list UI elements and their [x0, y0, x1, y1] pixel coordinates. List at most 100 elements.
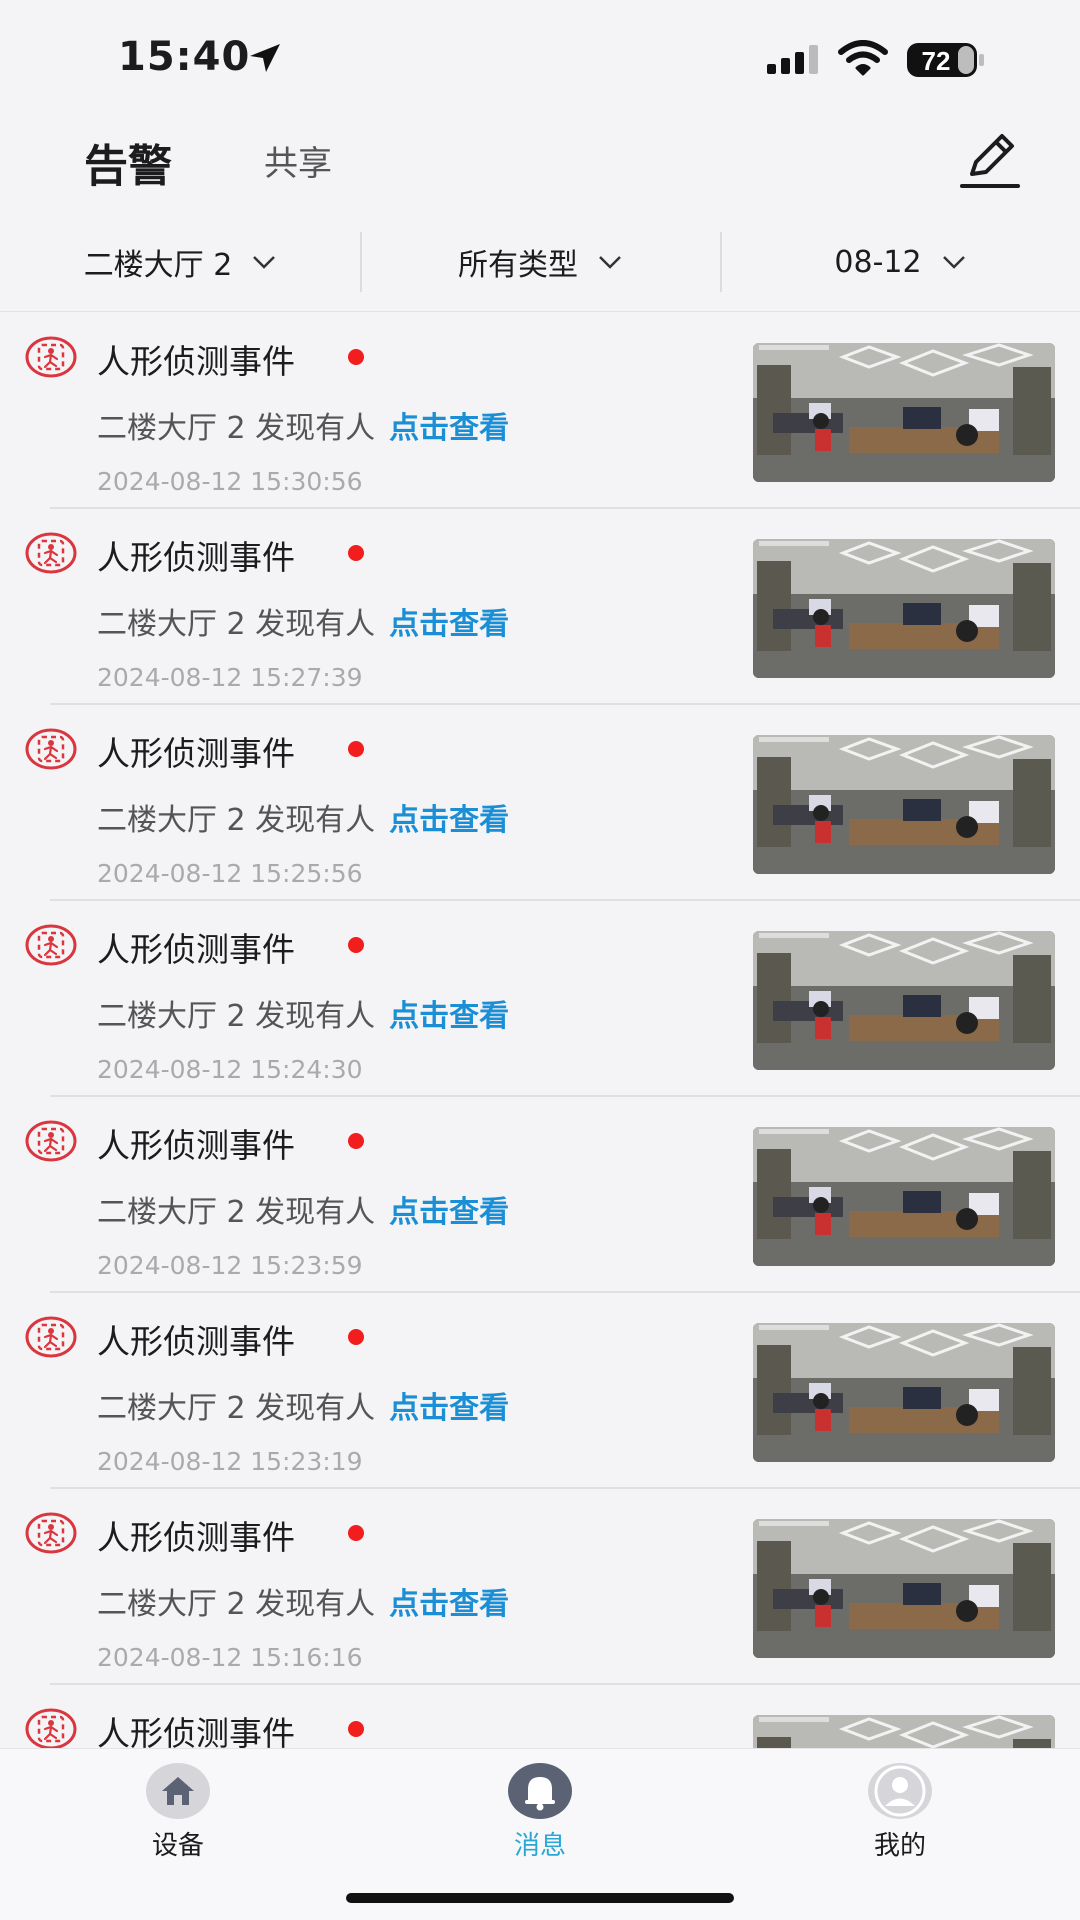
event-time: 2024-08-12 15:27:39 — [97, 663, 363, 692]
event-title: 人形侦测事件 — [97, 1126, 295, 1165]
status-bar: 15:40 72 — [0, 0, 1080, 110]
event-title: 人形侦测事件 — [97, 538, 295, 577]
event-desc-text: 二楼大厅 2 发现有人 — [97, 1195, 376, 1230]
event-snapshot-thumbnail[interactable] — [753, 1519, 1055, 1658]
event-snapshot-thumbnail[interactable] — [753, 1715, 1055, 1748]
battery-level: 72 — [922, 46, 951, 76]
type-filter-label: 所有类型 — [458, 248, 578, 283]
tab-devices[interactable]: 设备 — [108, 1763, 248, 1862]
pencil-icon[interactable] — [958, 128, 1022, 192]
unread-dot — [348, 1329, 364, 1345]
tab-alerts[interactable]: 告警 — [84, 130, 172, 194]
event-row[interactable]: 人形侦测事件二楼大厅 2 发现有人 点击查看 2024-08-12 15:23:59 — [0, 1097, 1080, 1293]
home-indicator — [346, 1893, 734, 1903]
event-row[interactable]: 人形侦测事件二楼大厅 2 发现有人 点击查看 2024-08-12 15:30:56 — [0, 313, 1080, 509]
location-arrow-icon — [250, 44, 280, 72]
header: 告警 共享 — [0, 110, 1080, 210]
event-desc-text: 二楼大厅 2 发现有人 — [97, 803, 376, 838]
chevron-down-icon — [599, 256, 621, 269]
human-detect-icon — [24, 1315, 78, 1359]
date-filter-dropdown[interactable]: 08-12 — [720, 228, 1080, 296]
device-filter-dropdown[interactable]: 二楼大厅 2 — [0, 228, 360, 296]
view-link[interactable]: 点击查看 — [389, 607, 509, 642]
unread-dot — [348, 545, 364, 561]
human-detect-icon — [24, 1707, 78, 1748]
unread-dot — [348, 937, 364, 953]
tab-mine-label: 我的 — [873, 1831, 926, 1861]
view-link[interactable]: 点击查看 — [389, 1587, 509, 1622]
view-link[interactable]: 点击查看 — [389, 1195, 509, 1230]
bell-icon — [508, 1763, 572, 1819]
chevron-down-icon — [253, 256, 276, 269]
event-title: 人形侦测事件 — [97, 342, 295, 381]
event-time: 2024-08-12 15:23:19 — [97, 1447, 363, 1476]
type-filter-dropdown[interactable]: 所有类型 — [360, 228, 720, 296]
event-snapshot-thumbnail[interactable] — [753, 343, 1055, 482]
event-list[interactable]: 人形侦测事件 二楼大厅 2 发现有人 点击查看 2024-08-12 15:30:56… — [0, 313, 1080, 1748]
unread-dot — [348, 741, 364, 757]
unread-dot — [348, 1133, 364, 1149]
view-link[interactable]: 点击查看 — [389, 1391, 509, 1426]
event-description: 二楼大厅 2 发现有人 点击查看 — [97, 1579, 509, 1623]
event-snapshot-thumbnail[interactable] — [753, 1323, 1055, 1462]
event-row[interactable]: 人形侦测事件二楼大厅 2 发现有人 点击查看 2024-08-12 15:27:39 — [0, 509, 1080, 705]
event-title: 人形侦测事件 — [97, 1322, 295, 1361]
status-time: 15:40 — [118, 34, 251, 80]
event-row[interactable]: 人形侦测事件二楼大厅 2 发现有人 点击查看 2024-08-12 15:23:19 — [0, 1293, 1080, 1489]
user-icon — [868, 1763, 932, 1819]
event-title: 人形侦测事件 — [97, 1518, 295, 1557]
human-detect-icon — [24, 923, 78, 967]
event-desc-text: 二楼大厅 2 发现有人 — [97, 1391, 376, 1426]
cellular-signal-icon — [767, 45, 818, 74]
tab-share[interactable]: 共享 — [264, 136, 332, 185]
battery-icon: 72 — [907, 43, 984, 77]
unread-dot — [348, 1721, 364, 1737]
event-title: 人形侦测事件 — [97, 734, 295, 773]
date-filter-label: 08-12 — [834, 244, 922, 280]
event-row[interactable]: 人形侦测事件二楼大厅 2 发现有人 点击查看 2024-08-12 15:24:30 — [0, 901, 1080, 1097]
event-description: 二楼大厅 2 发现有人 点击查看 — [97, 1383, 509, 1427]
chevron-down-icon — [942, 256, 965, 269]
event-row[interactable]: 人形侦测事件二楼大厅 2 发现有人 点击查看 2024-08-12 15:16:16 — [0, 1489, 1080, 1685]
event-row[interactable]: 人形侦测事件二楼大厅 2 发现有人 点击查看 2024-08-12 15:25:56 — [0, 705, 1080, 901]
filter-bar: 二楼大厅 2 所有类型 08-12 — [0, 228, 1080, 312]
unread-dot — [348, 1525, 364, 1541]
view-link[interactable]: 点击查看 — [389, 411, 509, 446]
event-title: 人形侦测事件 — [97, 930, 295, 969]
event-desc-text: 二楼大厅 2 发现有人 — [97, 999, 376, 1034]
event-desc-text: 二楼大厅 2 发现有人 — [97, 1587, 376, 1622]
event-time: 2024-08-12 15:16:16 — [97, 1643, 363, 1672]
event-description: 二楼大厅 2 发现有人 点击查看 — [97, 599, 509, 643]
event-desc-text: 二楼大厅 2 发现有人 — [97, 607, 376, 642]
tab-messages[interactable]: 消息 — [470, 1763, 610, 1862]
event-row[interactable]: 人形侦测事件二楼大厅 2 发现有人点击查看 — [0, 1685, 1080, 1748]
unread-dot — [348, 349, 364, 365]
event-desc-text: 二楼大厅 2 发现有人 — [97, 411, 376, 446]
human-detect-icon — [24, 1511, 78, 1555]
tab-mine[interactable]: 我的 — [830, 1763, 970, 1862]
event-time: 2024-08-12 15:24:30 — [97, 1055, 363, 1084]
event-description: 二楼大厅 2 发现有人 点击查看 — [97, 1187, 509, 1231]
event-time: 2024-08-12 15:25:56 — [97, 859, 363, 888]
home-icon — [146, 1763, 210, 1819]
event-snapshot-thumbnail[interactable] — [753, 539, 1055, 678]
view-link[interactable]: 点击查看 — [389, 999, 509, 1034]
tab-messages-label: 消息 — [513, 1831, 566, 1861]
tab-devices-label: 设备 — [151, 1831, 204, 1861]
event-time: 2024-08-12 15:23:59 — [97, 1251, 363, 1280]
view-link[interactable]: 点击查看 — [389, 803, 509, 838]
event-title: 人形侦测事件 — [97, 1714, 295, 1748]
event-description: 二楼大厅 2 发现有人 点击查看 — [97, 991, 509, 1035]
human-detect-icon — [24, 335, 78, 379]
event-time: 2024-08-12 15:30:56 — [97, 467, 363, 496]
human-detect-icon — [24, 1119, 78, 1163]
event-description: 二楼大厅 2 发现有人 点击查看 — [97, 795, 509, 839]
event-snapshot-thumbnail[interactable] — [753, 1127, 1055, 1266]
device-filter-label: 二楼大厅 2 — [83, 248, 233, 283]
human-detect-icon — [24, 531, 78, 575]
human-detect-icon — [24, 727, 78, 771]
wifi-icon — [838, 40, 888, 76]
event-description: 二楼大厅 2 发现有人 点击查看 — [97, 403, 509, 447]
event-snapshot-thumbnail[interactable] — [753, 735, 1055, 874]
event-snapshot-thumbnail[interactable] — [753, 931, 1055, 1070]
